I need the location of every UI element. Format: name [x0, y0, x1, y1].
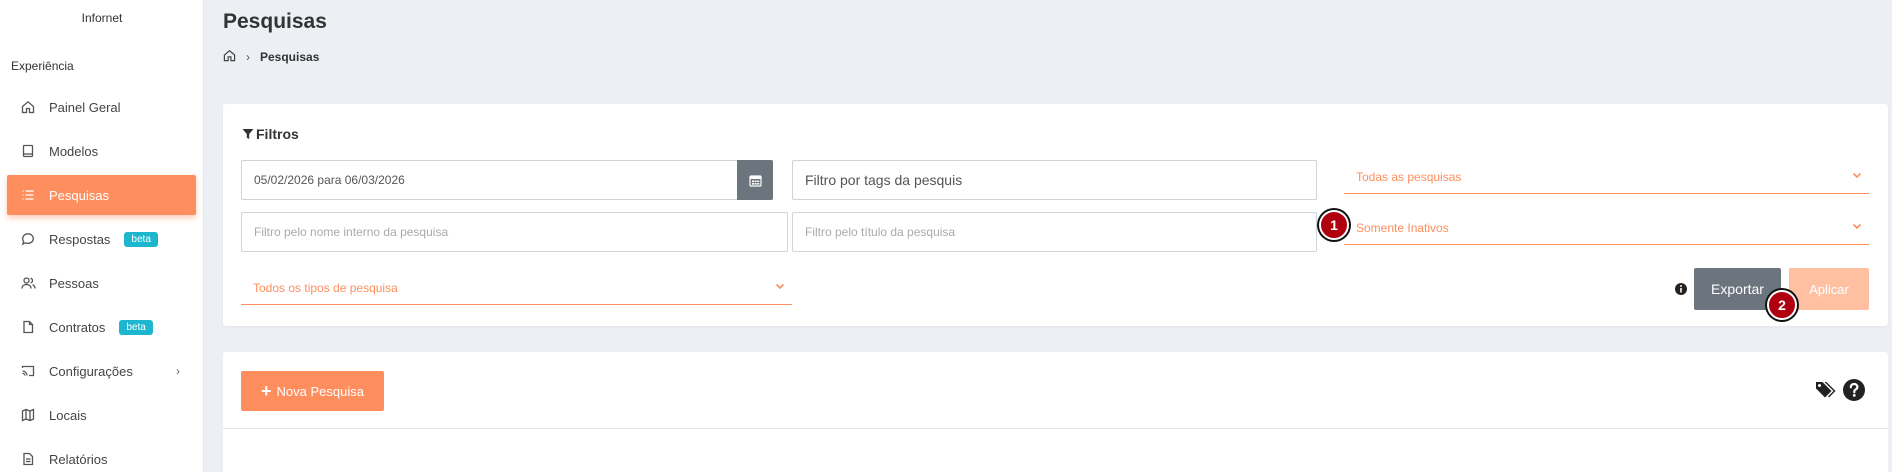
breadcrumb-current: Pesquisas	[260, 50, 320, 64]
map-icon	[19, 406, 37, 424]
sidebar-item-label: Modelos	[49, 143, 99, 159]
sidebar-item-contratos[interactable]: Contratos beta	[7, 307, 196, 347]
filters-title: Filtros	[256, 126, 299, 142]
breadcrumb: › Pesquisas	[223, 49, 319, 65]
date-range-input[interactable]: 05/02/2026 para 06/03/2026	[241, 160, 773, 200]
sidebar: Infornet Experiência Painel Geral Modelo…	[0, 0, 204, 472]
sidebar-nav: Painel Geral Modelos Pesquisas Respostas…	[7, 87, 196, 472]
title-filter-placeholder: Filtro pelo título da pesquisa	[805, 225, 956, 239]
sidebar-item-label: Locais	[49, 407, 87, 423]
annotation-marker-1: 1	[1319, 210, 1349, 240]
sidebar-item-configuracoes[interactable]: Configurações ›	[7, 351, 196, 391]
calendar-icon	[748, 174, 762, 187]
sidebar-section-title: Experiência	[11, 59, 74, 73]
file-icon	[19, 318, 37, 336]
sidebar-item-label: Contratos	[49, 319, 106, 335]
annotation-marker-2: 2	[1767, 290, 1797, 320]
sidebar-item-pesquisas[interactable]: Pesquisas	[7, 175, 196, 215]
book-icon	[19, 142, 37, 160]
sidebar-item-pessoas[interactable]: Pessoas	[7, 263, 196, 303]
list-divider	[223, 428, 1888, 429]
filter-icon	[242, 128, 254, 140]
new-survey-label: Nova Pesquisa	[276, 383, 364, 399]
sidebar-item-modelos[interactable]: Modelos	[7, 131, 196, 171]
home-icon[interactable]	[223, 49, 236, 65]
beta-badge: beta	[124, 231, 158, 247]
survey-type-select-value: Todos os tipos de pesquisa	[253, 280, 398, 295]
sidebar-item-label: Pessoas	[49, 275, 99, 291]
chat-icon	[19, 230, 37, 248]
internal-name-filter-input[interactable]: Filtro pelo nome interno da pesquisa	[241, 212, 788, 252]
help-icon[interactable]	[1842, 378, 1866, 402]
home-icon	[19, 98, 37, 116]
chevron-right-icon: ›	[176, 364, 180, 378]
apply-button[interactable]: Aplicar	[1789, 268, 1869, 310]
sidebar-item-respostas[interactable]: Respostas beta	[7, 219, 196, 259]
tags-filter-input[interactable]: Filtro por tags da pesquis	[792, 160, 1317, 200]
status-select[interactable]: Somente Inativos	[1344, 211, 1869, 245]
sidebar-item-label: Respostas	[49, 231, 111, 247]
surveys-list-card: + Nova Pesquisa	[223, 352, 1888, 472]
chevron-down-icon	[1851, 169, 1863, 184]
new-survey-button[interactable]: + Nova Pesquisa	[241, 371, 384, 411]
sidebar-item-label: Painel Geral	[49, 99, 121, 115]
filters-heading: Filtros	[242, 126, 299, 142]
cast-icon	[19, 362, 37, 380]
sidebar-item-relatorios[interactable]: Relatórios	[7, 439, 196, 472]
beta-badge: beta	[119, 319, 153, 335]
tags-filter-placeholder: Filtro por tags da pesquis	[805, 172, 963, 188]
page-title: Pesquisas	[223, 10, 327, 33]
survey-type-select[interactable]: Todos os tipos de pesquisa	[241, 271, 792, 305]
users-icon	[19, 274, 37, 292]
tags-icon[interactable]	[1814, 378, 1838, 402]
sidebar-item-painel-geral[interactable]: Painel Geral	[7, 87, 196, 127]
sidebar-item-locais[interactable]: Locais	[7, 395, 196, 435]
calendar-button[interactable]	[737, 160, 773, 200]
survey-select-value: Todas as pesquisas	[1356, 169, 1462, 184]
status-select-value: Somente Inativos	[1356, 220, 1449, 235]
sidebar-item-label: Configurações	[49, 363, 133, 379]
plus-icon: +	[261, 381, 272, 401]
date-range-value: 05/02/2026 para 06/03/2026	[254, 173, 405, 187]
list-icon	[19, 186, 37, 204]
filters-card: Filtros 05/02/2026 para 06/03/2026 Filtr…	[223, 104, 1888, 326]
internal-name-placeholder: Filtro pelo nome interno da pesquisa	[254, 225, 449, 239]
sidebar-item-label: Relatórios	[49, 451, 108, 467]
brand-name: Infornet	[81, 11, 123, 25]
title-filter-input[interactable]: Filtro pelo título da pesquisa	[792, 212, 1317, 252]
breadcrumb-separator-icon: ›	[246, 50, 250, 64]
chevron-down-icon	[774, 280, 786, 295]
info-icon[interactable]	[1674, 282, 1688, 296]
survey-select[interactable]: Todas as pesquisas	[1344, 160, 1869, 194]
sidebar-item-label: Pesquisas	[49, 187, 109, 203]
chevron-down-icon	[1851, 220, 1863, 235]
report-icon	[19, 450, 37, 468]
